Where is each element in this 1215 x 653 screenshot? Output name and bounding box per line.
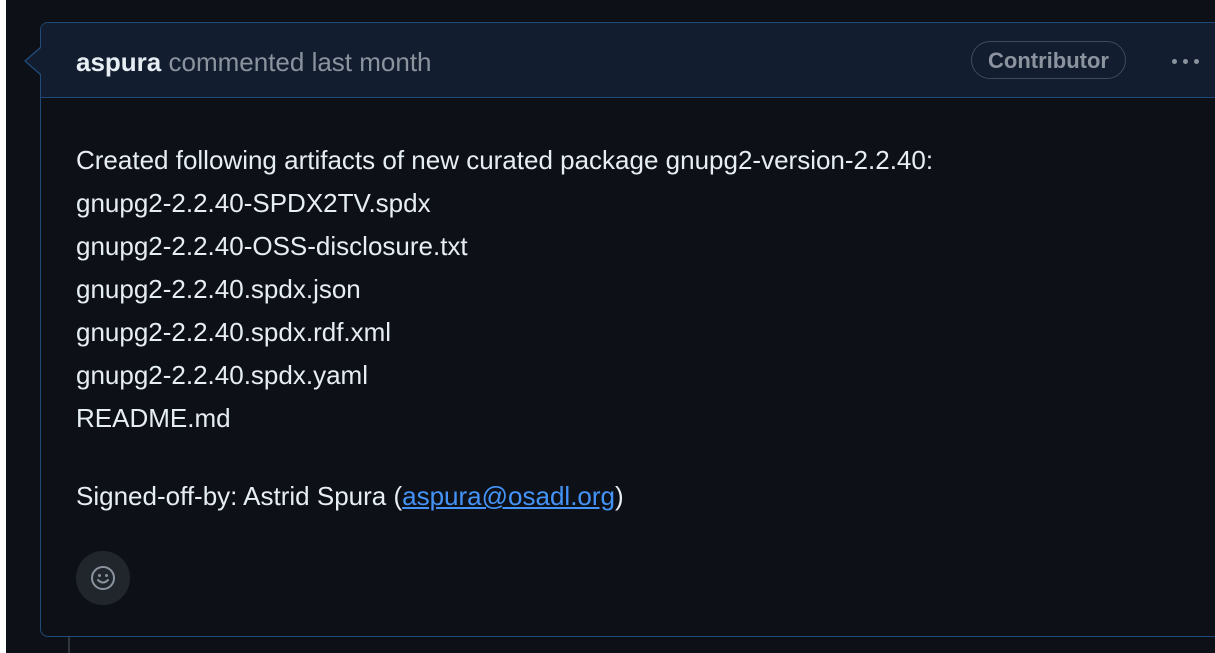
comment-header: aspura commented last month Contributor — [41, 23, 1215, 98]
kebab-horizontal-icon-dot — [1193, 58, 1199, 64]
kebab-horizontal-icon — [1171, 58, 1177, 64]
add-reaction-button[interactable] — [76, 551, 130, 605]
artifact-file: gnupg2-2.2.40.spdx.rdf.xml — [76, 317, 392, 347]
signoff-prefix: Signed-off-by: Astrid Spura ( — [76, 481, 403, 511]
kebab-horizontal-icon-dot — [1182, 58, 1188, 64]
artifact-file: README.md — [76, 403, 231, 433]
artifact-file: gnupg2-2.2.40-OSS-disclosure.txt — [76, 231, 468, 261]
comment-action-text[interactable]: commented last month — [169, 47, 432, 77]
contributor-badge: Contributor — [971, 41, 1126, 79]
comment-intro: Created following artifacts of new curat… — [76, 145, 934, 175]
comment-header-text: aspura commented last month — [76, 47, 432, 77]
signoff-email-link[interactable]: aspura@osadl.org — [402, 481, 615, 511]
comment-box: aspura commented last month Contributor … — [40, 22, 1215, 637]
artifact-file: gnupg2-2.2.40-SPDX2TV.spdx — [76, 188, 431, 218]
timeline-line — [68, 636, 70, 653]
comment-pointer — [26, 48, 41, 74]
comment-body: Created following artifacts of new curat… — [76, 139, 933, 518]
author-name[interactable]: aspura — [76, 47, 161, 77]
smiley-icon — [91, 566, 115, 590]
signoff-line: Signed-off-by: Astrid Spura (aspura@osad… — [76, 475, 933, 518]
more-options-button[interactable] — [1161, 43, 1209, 79]
artifact-file: gnupg2-2.2.40.spdx.json — [76, 274, 361, 304]
artifact-file: gnupg2-2.2.40.spdx.yaml — [76, 360, 368, 390]
signoff-suffix: ) — [615, 481, 624, 511]
timeline-stage: aspura commented last month Contributor … — [6, 0, 1215, 653]
